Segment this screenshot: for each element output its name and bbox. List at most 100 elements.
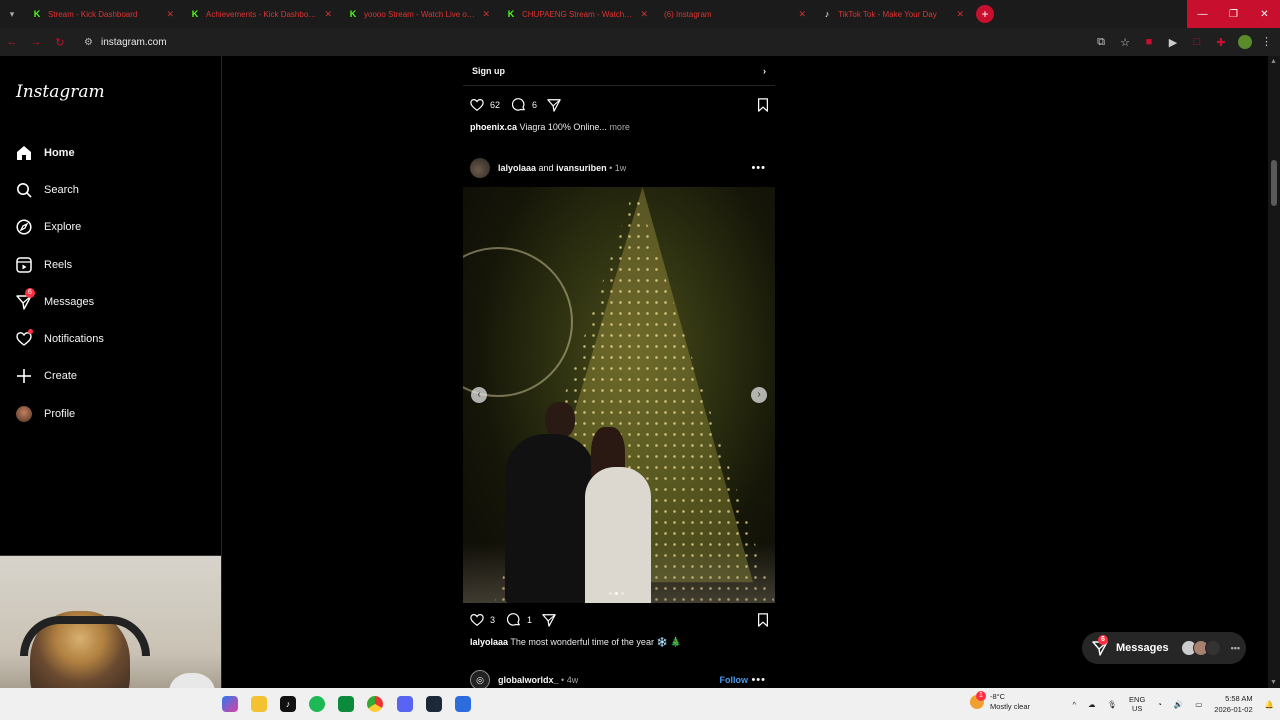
scroll-up-arrow[interactable]: ▲ (1270, 58, 1277, 65)
copilot-icon[interactable] (222, 696, 238, 712)
chrome-icon[interactable] (367, 696, 383, 712)
steam-icon[interactable] (426, 696, 442, 712)
reload-button[interactable]: ↻ (48, 28, 72, 56)
kick-icon: K (33, 9, 41, 19)
bookmark-star-icon[interactable]: ☆ (1118, 36, 1132, 49)
more-options-icon[interactable]: ••• (751, 674, 766, 686)
signup-banner[interactable]: Sign up › (463, 56, 775, 86)
carousel-prev-button[interactable]: ‹ (471, 387, 487, 403)
site-info-icon[interactable]: ⚙ (84, 37, 93, 48)
browser-tab-active[interactable]: (6) Instagram ✕ (0, 0, 814, 66)
new-tab-button[interactable]: + (976, 5, 994, 23)
scrollbar-thumb[interactable] (1271, 160, 1277, 206)
caption-username[interactable]: phoenix.ca (470, 122, 517, 132)
wifi-icon[interactable]: ◔ (1157, 700, 1162, 709)
sidebar-item-create[interactable]: Create (16, 358, 104, 395)
avatar[interactable] (470, 158, 490, 178)
install-app-icon[interactable]: ⧉ (1094, 36, 1108, 49)
avatar[interactable]: ◎ (470, 670, 490, 690)
messages-drawer-button[interactable]: 6 Messages ••• (1082, 632, 1246, 664)
close-tab-icon[interactable]: ✕ (640, 9, 648, 20)
browser-tab[interactable]: K CHUPAENG Stream - Watch Live on Kick ✕ (498, 0, 656, 28)
close-tab-icon[interactable]: ✕ (798, 9, 806, 20)
tab-search-button[interactable]: ▾ (0, 0, 24, 28)
share-icon[interactable] (547, 98, 561, 112)
conversation-avatars (1180, 640, 1221, 656)
tiktok-icon[interactable]: ♪ (280, 696, 296, 712)
sidebar-item-profile[interactable]: Profile (16, 395, 104, 432)
close-window-button[interactable]: ✕ (1249, 0, 1280, 28)
bookmark-icon[interactable] (756, 613, 770, 627)
browser-tab[interactable]: K Stream - Kick Dashboard ✕ (24, 0, 182, 28)
comment-icon[interactable] (512, 98, 526, 112)
tab-title: Achievements - Kick Dashboard (206, 9, 319, 19)
clock[interactable]: 5:58 AM 2026-01-02 (1214, 693, 1252, 715)
sidebar-item-home[interactable]: Home (16, 134, 104, 171)
file-explorer-icon[interactable] (251, 696, 267, 712)
post-photo[interactable]: ‹ › (463, 187, 775, 603)
onedrive-icon[interactable]: ☁ (1088, 700, 1096, 709)
browser-tab[interactable]: ♪ TikTok Tok - Make Your Day ✕ (814, 0, 972, 28)
post-collab-username[interactable]: ivansuriben (556, 163, 607, 173)
volume-icon[interactable]: 🔊 (1174, 700, 1183, 709)
close-tab-icon[interactable]: ✕ (324, 9, 332, 20)
post-username[interactable]: lalyolaaa (498, 163, 536, 173)
tab-title: CHUPAENG Stream - Watch Live on Kick (522, 9, 634, 19)
bookmark-icon[interactable] (756, 98, 770, 112)
post-username[interactable]: globalworldx_ (498, 675, 559, 685)
weather-widget[interactable]: 1 -8°C Mostly clear (970, 691, 1030, 712)
like-heart-icon[interactable] (470, 613, 484, 627)
sidebar-item-explore[interactable]: Explore (16, 209, 104, 246)
messages-badge: 6 (1098, 635, 1108, 645)
url-text: instagram.com (100, 36, 167, 48)
maximize-button[interactable]: ❐ (1218, 0, 1249, 28)
scroll-down-arrow[interactable]: ▼ (1270, 679, 1277, 686)
discord-icon[interactable] (397, 696, 413, 712)
sidebar-item-notifications[interactable]: Notifications (16, 320, 104, 357)
instagram-logo[interactable]: Instagram (16, 82, 105, 102)
close-tab-icon[interactable]: ✕ (166, 9, 174, 20)
sidebar-item-label: Profile (44, 407, 76, 420)
like-heart-icon[interactable] (470, 98, 484, 112)
browser-menu-icon[interactable]: ⋮ (1261, 35, 1272, 48)
weather-icon: 1 (970, 691, 986, 709)
tray-overflow-icon[interactable]: ^ (1072, 700, 1076, 709)
caption-text: The most wonderful time of the year ❄️ 🎄 (510, 637, 682, 647)
minimize-button[interactable]: — (1187, 0, 1218, 28)
more-options-icon[interactable]: ••• (751, 162, 766, 174)
clock-time: 5:58 AM (1225, 694, 1253, 703)
app-icon[interactable] (455, 696, 471, 712)
toolbar-icons: ⧉ ☆ ■ ▶ □ ✚ (1094, 28, 1252, 56)
obs-icon[interactable] (338, 696, 354, 712)
url-field[interactable]: ⚙ instagram.com (84, 32, 167, 52)
extension-icon[interactable]: ■ (1142, 36, 1156, 48)
spotify-icon[interactable] (309, 696, 325, 712)
battery-icon[interactable]: ▭ (1195, 700, 1202, 709)
microphone-icon[interactable]: 🎙 (1108, 700, 1118, 709)
kick-icon: K (507, 9, 515, 19)
person-man (505, 402, 595, 603)
follow-button[interactable]: Follow (720, 675, 749, 685)
notifications-bell-icon[interactable]: 🔔 (1265, 700, 1274, 709)
close-tab-icon[interactable]: ✕ (482, 9, 490, 20)
carousel-next-button[interactable]: › (751, 387, 767, 403)
browser-tab[interactable]: K Achievements - Kick Dashboard ✕ (182, 0, 340, 28)
close-tab-icon[interactable]: ✕ (956, 9, 964, 20)
more-link[interactable]: more (609, 122, 630, 132)
extension-icon[interactable]: □ (1190, 36, 1204, 48)
comment-icon[interactable] (507, 613, 521, 627)
back-button[interactable]: ← (0, 28, 24, 56)
profile-avatar[interactable] (1238, 35, 1252, 49)
sidebar-item-reels[interactable]: Reels (16, 246, 104, 283)
extensions-puzzle-icon[interactable]: ✚ (1214, 36, 1228, 49)
caption-username[interactable]: lalyolaaa (470, 637, 508, 647)
media-play-icon[interactable]: ▶ (1166, 36, 1180, 49)
page-scrollbar[interactable]: ▲ ▼ (1268, 56, 1280, 688)
sidebar-item-search[interactable]: Search (16, 171, 104, 208)
messages-badge: 6 (25, 287, 35, 298)
forward-button[interactable]: → (24, 28, 48, 56)
language-indicator[interactable]: ENG US (1129, 695, 1145, 713)
browser-tab[interactable]: K yoooo Stream - Watch Live on Kick ✕ (340, 0, 498, 28)
sidebar-item-messages[interactable]: 6 Messages (16, 283, 104, 320)
share-icon[interactable] (542, 613, 556, 627)
